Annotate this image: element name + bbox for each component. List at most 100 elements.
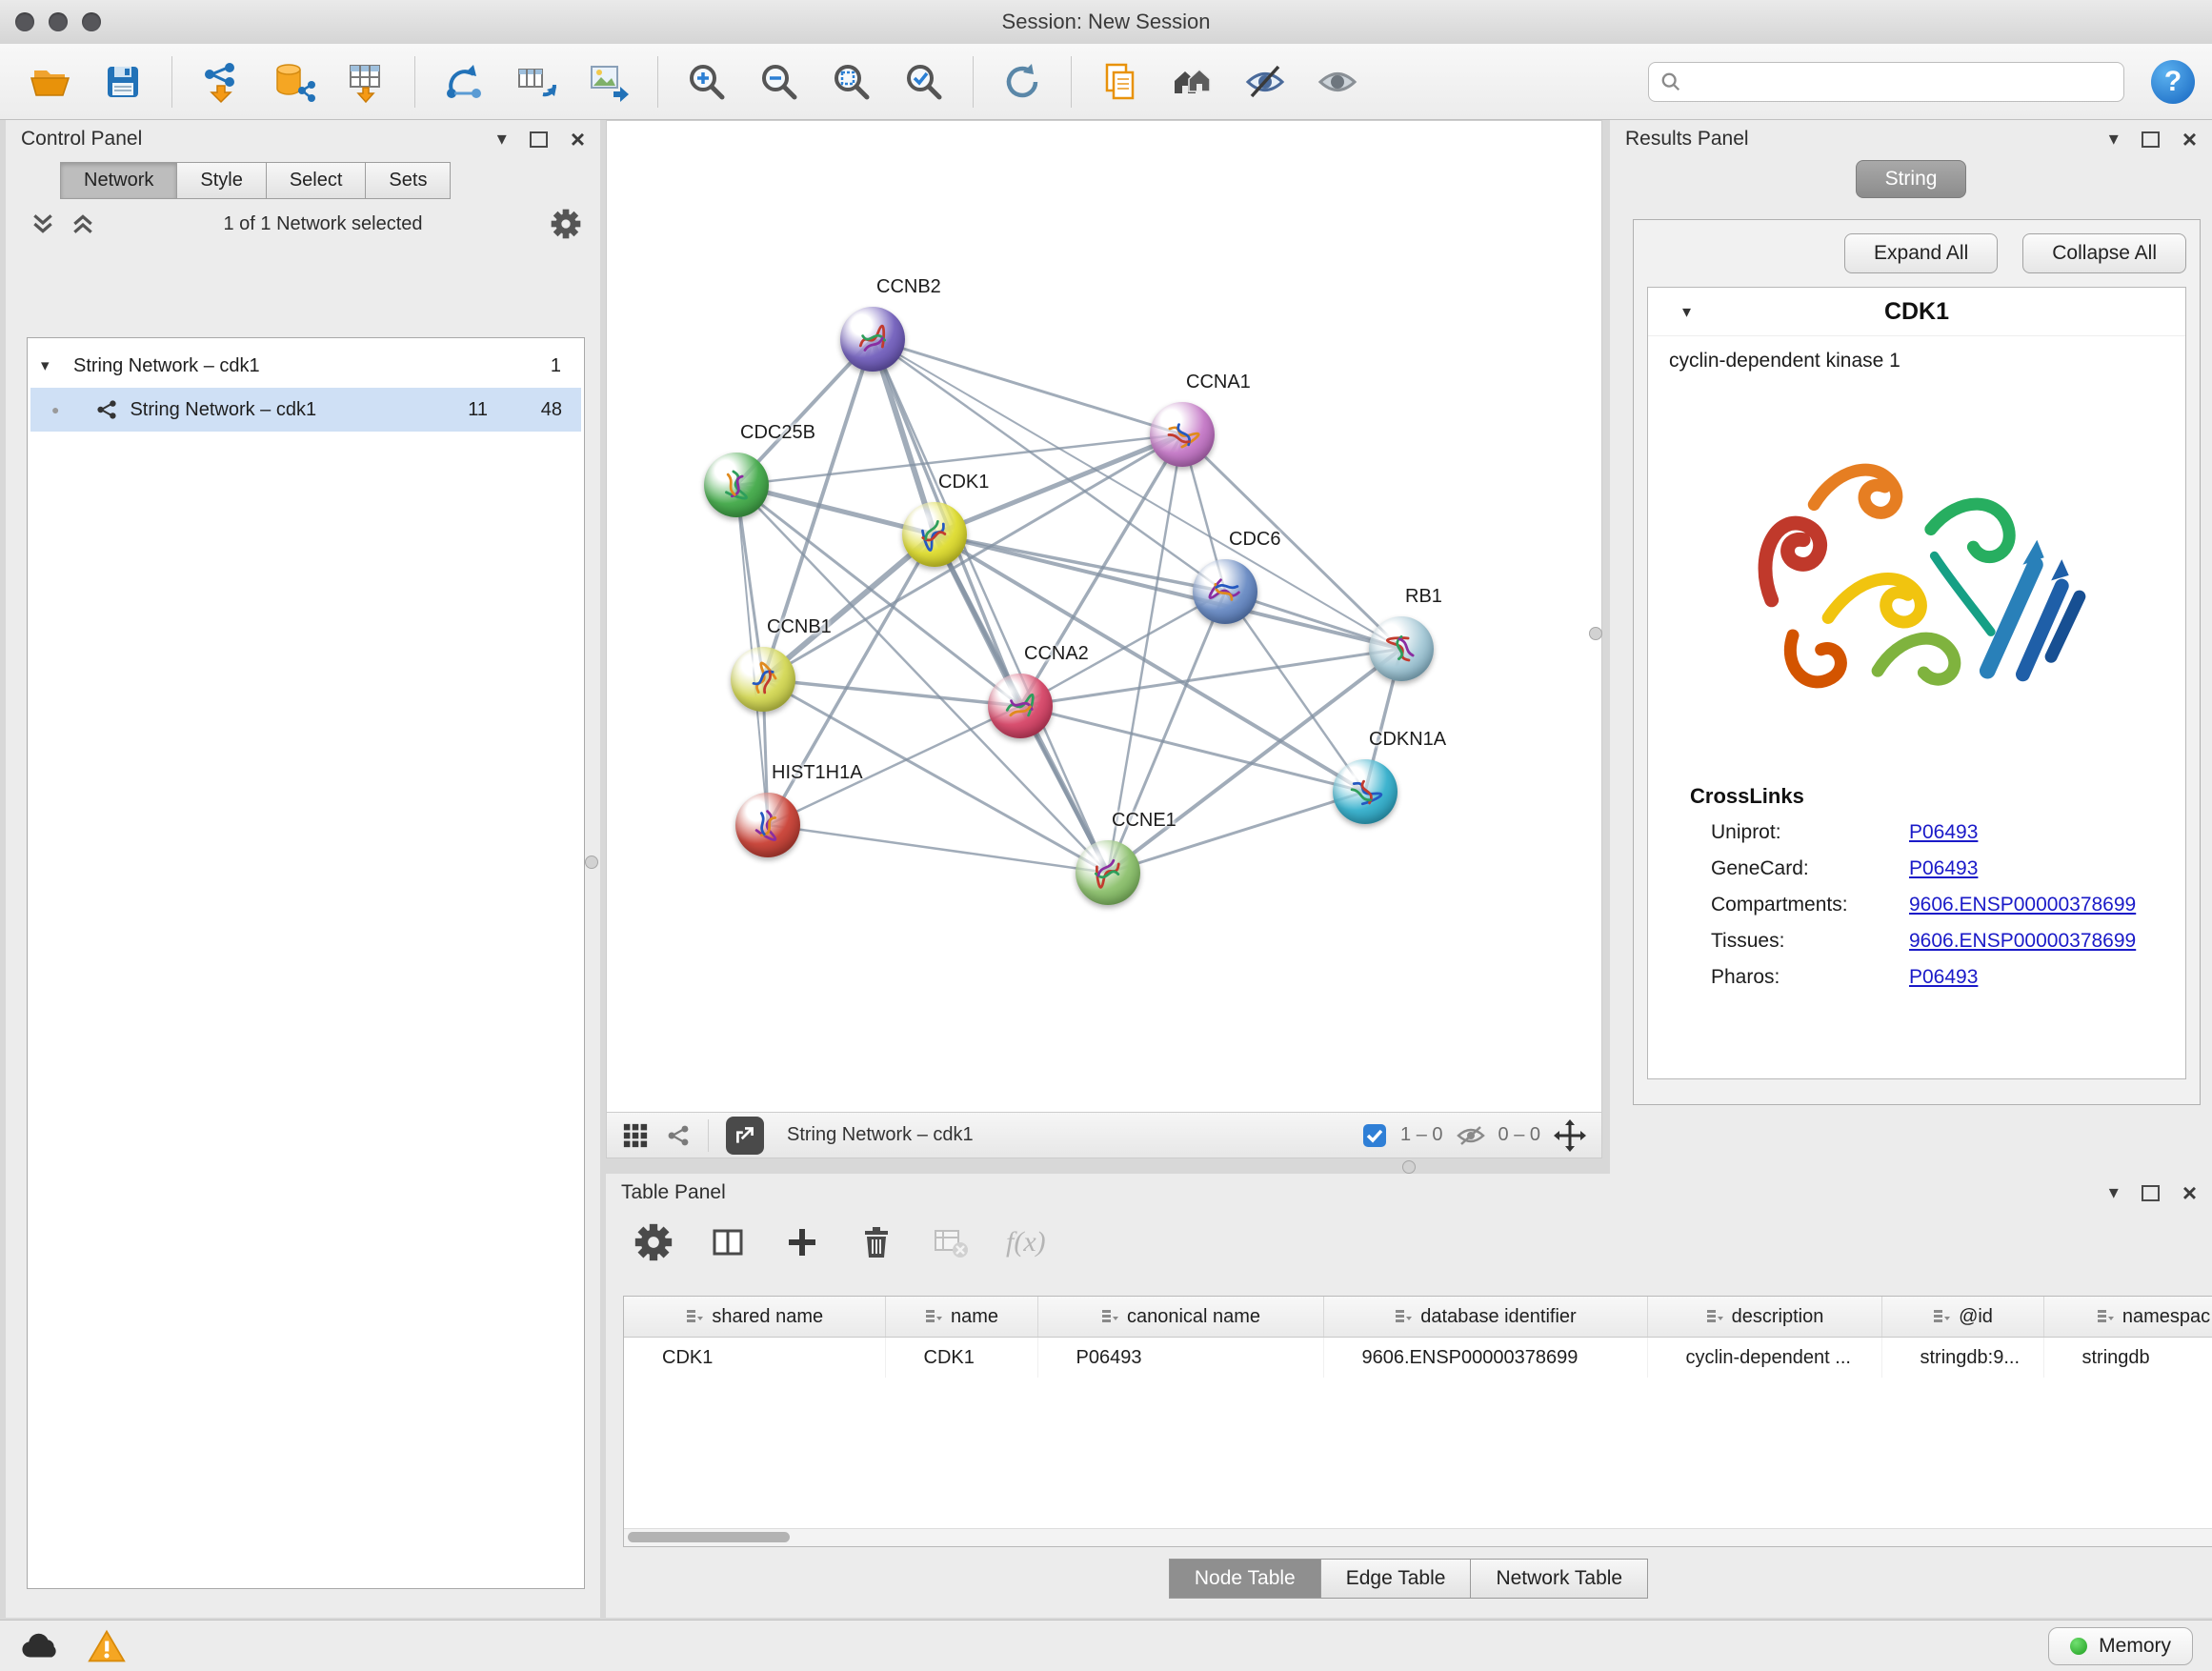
panel-menu-icon[interactable]: ▾ — [2109, 1183, 2119, 1202]
zoom-out-button[interactable] — [746, 51, 813, 112]
grid-view-icon[interactable] — [622, 1122, 649, 1149]
crosslink-link[interactable]: P06493 — [1909, 821, 1978, 844]
float-panel-icon[interactable] — [530, 131, 548, 148]
column-header[interactable]: name — [885, 1297, 1037, 1338]
table-row[interactable]: CDK1 CDK1 P06493 9606.ENSP00000378699 cy… — [624, 1338, 2212, 1379]
network-node-CCNB1[interactable] — [731, 647, 795, 712]
search-input[interactable] — [1689, 70, 2112, 93]
import-table-button[interactable] — [332, 51, 399, 112]
column-header[interactable]: @id — [1881, 1297, 2043, 1338]
close-window-button[interactable] — [15, 12, 34, 31]
network-node-CCNE1[interactable] — [1076, 840, 1140, 905]
crosslink-link[interactable]: P06493 — [1909, 857, 1978, 880]
close-panel-icon[interactable]: × — [2182, 1180, 2197, 1205]
open-in-new-window-button[interactable] — [726, 1117, 764, 1155]
splitter-handle[interactable] — [585, 856, 598, 869]
clone-network-button[interactable] — [431, 51, 497, 112]
cloud-icon[interactable] — [19, 1631, 59, 1661]
network-canvas[interactable]: CCNB2CCNA1CDC25BCDK1CDC6RB1CCNB1CCNA2CDK… — [606, 120, 1602, 1113]
tab-style[interactable]: Style — [176, 162, 266, 199]
crosslink-link[interactable]: P06493 — [1909, 966, 1978, 989]
network-node-HIST1H1A[interactable] — [735, 793, 800, 857]
crosslink-link[interactable]: 9606.ENSP00000378699 — [1909, 894, 2136, 916]
splitter-handle[interactable] — [1589, 627, 1602, 640]
tab-sets[interactable]: Sets — [365, 162, 451, 199]
expand-all-icon[interactable] — [70, 212, 95, 235]
delete-column-trash-icon[interactable] — [857, 1223, 895, 1261]
close-panel-icon[interactable]: × — [571, 127, 585, 151]
network-node-CCNA1[interactable] — [1150, 402, 1215, 467]
gear-icon[interactable] — [551, 209, 581, 239]
show-columns-icon[interactable] — [709, 1223, 747, 1261]
export-image-button[interactable] — [575, 51, 642, 112]
network-node-CDKN1A[interactable] — [1333, 759, 1398, 824]
hidden-eye-icon[interactable] — [1457, 1124, 1485, 1147]
close-panel-icon[interactable]: × — [2182, 127, 2197, 151]
float-panel-icon[interactable] — [2142, 131, 2160, 148]
cell-description[interactable]: cyclin-dependent ... — [1647, 1338, 1881, 1379]
scrollbar-thumb[interactable] — [628, 1532, 790, 1542]
network-node-CDC25B[interactable] — [704, 453, 769, 517]
zoom-window-button[interactable] — [82, 12, 101, 31]
add-column-icon[interactable] — [783, 1223, 821, 1261]
cell-name[interactable]: CDK1 — [885, 1338, 1037, 1379]
cell-shared-name[interactable]: CDK1 — [624, 1338, 885, 1379]
open-session-button[interactable] — [17, 51, 84, 112]
search-box[interactable] — [1648, 62, 2124, 102]
collapse-all-button[interactable]: Collapse All — [2022, 233, 2186, 273]
pan-move-icon[interactable] — [1554, 1119, 1586, 1152]
tab-network[interactable]: Network — [60, 162, 177, 199]
cell-canonical-name[interactable]: P06493 — [1037, 1338, 1323, 1379]
tab-node-table[interactable]: Node Table — [1169, 1559, 1321, 1599]
network-collection-row[interactable]: ▾ String Network – cdk1 1 — [28, 344, 584, 388]
column-header[interactable]: canonical name — [1037, 1297, 1323, 1338]
zoom-in-button[interactable] — [674, 51, 740, 112]
expand-all-button[interactable]: Expand All — [1844, 233, 1998, 273]
collapse-all-icon[interactable] — [30, 212, 55, 235]
cell-id[interactable]: stringdb:9... — [1881, 1338, 2043, 1379]
float-panel-icon[interactable] — [2142, 1185, 2160, 1201]
apply-layout-button[interactable] — [989, 51, 1056, 112]
hide-selected-button[interactable] — [1232, 51, 1298, 112]
panel-menu-icon[interactable]: ▾ — [497, 130, 507, 149]
warning-icon[interactable] — [88, 1628, 126, 1664]
network-node-RB1[interactable] — [1369, 616, 1434, 681]
column-header[interactable]: shared name — [624, 1297, 885, 1338]
column-header[interactable]: namespac — [2043, 1297, 2212, 1338]
zoom-selected-button[interactable] — [891, 51, 957, 112]
import-network-file-button[interactable] — [188, 51, 254, 112]
crosslink-link[interactable]: 9606.ENSP00000378699 — [1909, 930, 2136, 953]
network-node-CCNB2[interactable] — [840, 307, 905, 372]
cell-namespace[interactable]: stringdb — [2043, 1338, 2212, 1379]
table-settings-gear-icon[interactable] — [634, 1223, 673, 1261]
network-node-CCNA2[interactable] — [988, 674, 1053, 738]
copy-style-button[interactable] — [1087, 51, 1154, 112]
network-node-CDC6[interactable] — [1193, 559, 1257, 624]
column-header[interactable]: description — [1647, 1297, 1881, 1338]
string-tab-button[interactable]: String — [1856, 160, 1967, 198]
splitter-handle[interactable] — [1402, 1160, 1416, 1174]
selected-checkbox-icon[interactable] — [1362, 1123, 1387, 1148]
tab-edge-table[interactable]: Edge Table — [1320, 1559, 1472, 1599]
import-network-database-button[interactable] — [260, 51, 327, 112]
tree-expand-icon[interactable]: ▾ — [41, 356, 62, 375]
open-folder-icon — [29, 60, 72, 104]
panel-menu-icon[interactable]: ▾ — [2109, 130, 2119, 149]
save-session-button[interactable] — [90, 51, 156, 112]
tab-select[interactable]: Select — [266, 162, 367, 199]
minimize-window-button[interactable] — [49, 12, 68, 31]
cell-database-identifier[interactable]: 9606.ENSP00000378699 — [1323, 1338, 1647, 1379]
collapse-protein-icon[interactable]: ▾ — [1682, 302, 1691, 322]
help-button[interactable]: ? — [2151, 60, 2195, 104]
new-network-from-table-button[interactable] — [503, 51, 570, 112]
tab-network-table[interactable]: Network Table — [1470, 1559, 1648, 1599]
memory-button[interactable]: Memory — [2048, 1627, 2193, 1665]
birdseye-view-button[interactable] — [1159, 51, 1226, 112]
column-header[interactable]: database identifier — [1323, 1297, 1647, 1338]
horizontal-scrollbar[interactable] — [624, 1528, 2212, 1546]
network-row-selected[interactable]: ● String Network – cdk1 11 48 — [30, 388, 581, 432]
show-all-button[interactable] — [1304, 51, 1371, 112]
share-view-icon[interactable] — [666, 1123, 691, 1148]
network-node-CDK1[interactable] — [902, 502, 967, 567]
zoom-fit-button[interactable] — [818, 51, 885, 112]
